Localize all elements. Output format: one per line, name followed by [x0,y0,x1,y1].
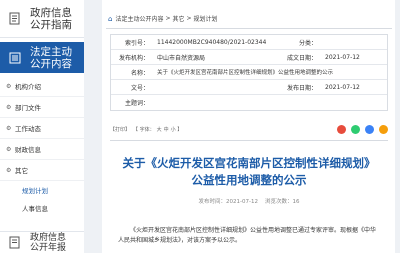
sidebar-item-label: 其它 [15,167,28,175]
breadcrumb-sep: > [165,15,171,22]
main-content: ⌂ 法定主动公开内容 > 其它 > 规划计划 索引号： 11442000MB2C… [102,0,395,253]
sidebar-item-org[interactable]: ⚙ 机构介绍 [0,76,84,97]
meta-row: 文号： 发布日期： 2021-07-12 [111,80,387,95]
home-icon[interactable]: ⌂ [108,15,112,23]
article-toolbar: 【打印】 【 字体： 大 中 小 】 [110,122,388,136]
meta-row: 主题词： [111,95,387,110]
font-medium-button[interactable]: 中 [164,126,169,133]
sidebar-annual-report-title: 政府信息 公开年报 [30,232,67,253]
sidebar-item-label: 机构介绍 [15,83,41,91]
meta-label: 名称： [130,69,149,77]
breadcrumb-sep: > [186,15,192,22]
sidebar-item-docs[interactable]: ⚙ 部门文件 [0,97,84,118]
sidebar-item-finance[interactable]: ⚙ 财政信息 [0,139,84,160]
gear-icon: ⚙ [6,145,12,153]
meta-value: 中山市自然资源局 [157,54,206,62]
sidebar-item-other[interactable]: ⚙ 其它 [0,160,84,181]
left-sidebar: 政府信息 公开指南 法定主动 公开内容 ⚙ 机构介绍 ⚙ 部门文件 ⚙ 工作动态 ⚙ 财… [0,0,84,253]
meta-label: 发布日期： [286,84,317,92]
share-buttons [337,124,388,134]
article-title: 关于《火炬开发区宫花南部片区控制性详细规划》 公益性用地调整的公示 [122,156,376,187]
article-pubinfo: 发布时间：2021-07-12 浏览次数：16 [198,199,300,205]
sidebar-guide-link[interactable]: 政府信息 公开指南 [0,0,84,38]
meta-label: 主题词： [124,100,149,107]
qzone-share-icon[interactable] [379,124,388,134]
meta-label: 索引号： [124,39,149,47]
meta-value: 关于《火炬开发区宫花南部片区控制性详细规划》公益性用地调整的公示 [157,70,334,76]
gear-icon: ⚙ [6,124,12,132]
meta-row: 索引号： 11442000MB2C940480/2021-02344 分类： [111,35,387,50]
sidebar-item-label: 工作动态 [15,125,41,133]
wechat-share-icon[interactable] [351,124,360,134]
sidebar-subitem-personnel[interactable]: 人事信息 [0,199,84,217]
qq-share-icon[interactable] [365,124,374,134]
sidebar-item-label: 部门文件 [15,104,41,112]
sidebar-nav: ⚙ 机构介绍 ⚙ 部门文件 ⚙ 工作动态 ⚙ 财政信息 ⚙ 其它 规划计划 人事信息 [0,76,84,217]
font-large-button[interactable]: 大 [157,126,162,133]
gear-icon: ⚙ [6,166,12,174]
sidebar-active-title: 法定主动 公开内容 [30,45,72,70]
breadcrumb-item[interactable]: 其它 [173,14,185,23]
breadcrumb-item[interactable]: 法定主动公开内容 [115,14,163,23]
sidebar-active-section[interactable]: 法定主动 公开内容 [0,42,84,73]
breadcrumb-item[interactable]: 规划计划 [194,14,218,23]
print-button[interactable]: 【打印】 [110,126,130,133]
sidebar-annual-report-link[interactable]: 政府信息 公开年报 [0,231,84,253]
meta-value: 2021-07-12 [325,53,360,61]
meta-label: 文号： [130,84,149,92]
metadata-table: 索引号： 11442000MB2C940480/2021-02344 分类： 发… [110,34,388,111]
sidebar-subitem-planning[interactable]: 规划计划 [0,181,84,199]
sidebar-item-label: 财政信息 [15,146,41,154]
meta-row: 发布机构： 中山市自然资源局 成文日期： 2021-07-12 [111,50,387,65]
article-body: 《火炬开发区宫花南部片区控制性详细规划》公益性用地调整已通过专家评审。现根据《中… [118,227,377,244]
meta-value: 11442000MB2C940480/2021-02344 [157,38,267,46]
divider [110,140,388,141]
breadcrumb: ⌂ 法定主动公开内容 > 其它 > 规划计划 [108,14,220,24]
weibo-share-icon[interactable] [337,124,346,134]
divider [106,28,392,29]
sidebar-guide-title: 政府信息 公开指南 [30,6,72,31]
sidebar-item-news[interactable]: ⚙ 工作动态 [0,118,84,139]
page: 政府信息 公开指南 法定主动 公开内容 ⚙ 机构介绍 ⚙ 部门文件 ⚙ 工作动态 ⚙ 财… [0,0,400,253]
font-size-label: 【 字体： [133,126,155,133]
gear-icon: ⚙ [6,103,12,111]
document-icon [0,12,30,25]
meta-label: 分类： [298,39,317,47]
meta-label: 发布机构： [118,54,149,62]
meta-row: 名称： 关于《火炬开发区宫花南部片区控制性详细规划》公益性用地调整的公示 [111,65,387,80]
list-icon [0,52,30,64]
meta-value: 2021-07-12 [325,83,360,91]
meta-label: 成文日期： [286,54,317,62]
font-small-button[interactable]: 小 】 [171,126,183,133]
document-icon [0,236,30,249]
gear-icon: ⚙ [6,82,12,90]
